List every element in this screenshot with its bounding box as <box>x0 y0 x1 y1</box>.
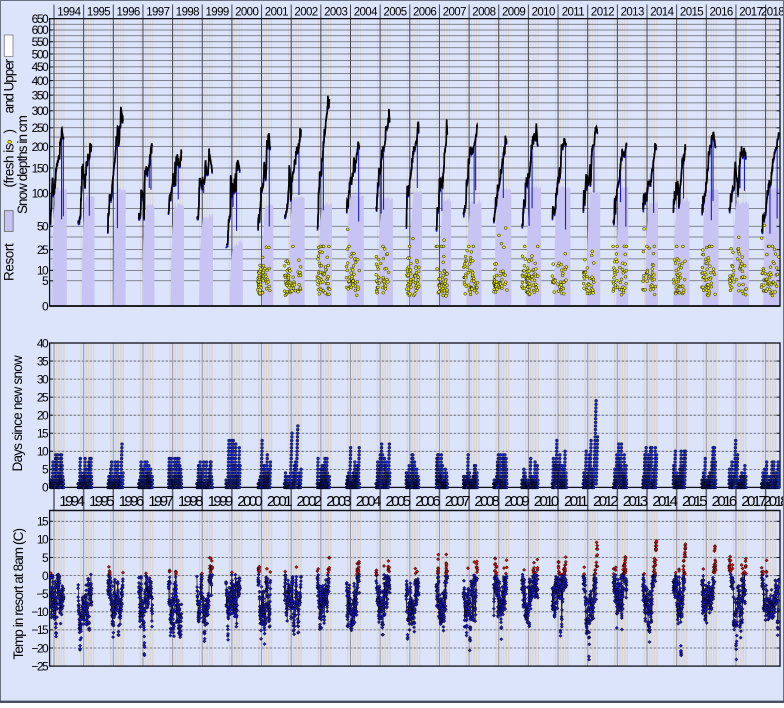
svg-text:1999: 1999 <box>208 493 233 510</box>
svg-text:10: 10 <box>37 264 49 278</box>
svg-text:20: 20 <box>37 409 49 423</box>
svg-text:100: 100 <box>32 187 49 201</box>
svg-text:40: 40 <box>37 336 49 350</box>
svg-text:25: 25 <box>37 390 49 404</box>
svg-text:2010: 2010 <box>532 6 555 18</box>
svg-text:30: 30 <box>37 372 49 386</box>
svg-text:35: 35 <box>37 354 49 368</box>
svg-text:1998: 1998 <box>178 493 203 510</box>
svg-text:2005: 2005 <box>386 493 411 510</box>
svg-text:50: 50 <box>37 220 49 234</box>
svg-text:2011: 2011 <box>562 6 585 18</box>
svg-text:−15: −15 <box>31 623 49 637</box>
svg-text:−25: −25 <box>31 659 49 673</box>
svg-text:2010: 2010 <box>534 493 559 510</box>
svg-text:1995: 1995 <box>87 6 110 18</box>
svg-text:2013: 2013 <box>623 493 648 510</box>
svg-text:150: 150 <box>32 161 49 175</box>
svg-text:2014: 2014 <box>650 6 674 18</box>
svg-text:2009: 2009 <box>502 6 525 18</box>
svg-text:15: 15 <box>37 427 49 441</box>
svg-text:2001: 2001 <box>265 6 288 18</box>
svg-text:2003: 2003 <box>324 6 347 18</box>
svg-text:2006: 2006 <box>415 493 440 510</box>
svg-text:2016: 2016 <box>712 493 737 510</box>
svg-text:2015: 2015 <box>682 493 707 510</box>
svg-text:1999: 1999 <box>206 6 229 18</box>
svg-text:2014: 2014 <box>652 493 677 510</box>
svg-text:25: 25 <box>37 243 49 257</box>
svg-text:2001: 2001 <box>267 493 292 510</box>
svg-text:2000: 2000 <box>237 493 262 510</box>
svg-text:2004: 2004 <box>354 6 378 18</box>
svg-text:2006: 2006 <box>413 6 436 18</box>
svg-text:2016: 2016 <box>710 6 733 18</box>
svg-text:200: 200 <box>32 140 49 154</box>
svg-text:2009: 2009 <box>504 493 529 510</box>
svg-text:−5: −5 <box>37 587 50 601</box>
svg-text:2015: 2015 <box>680 6 703 18</box>
svg-text:2002: 2002 <box>294 6 317 18</box>
svg-text:2017: 2017 <box>739 6 762 18</box>
svg-text:1996: 1996 <box>119 493 144 510</box>
svg-text:450: 450 <box>32 60 49 74</box>
svg-text:2007: 2007 <box>443 6 466 18</box>
svg-text:2003: 2003 <box>326 493 351 510</box>
svg-text:Snow depths in cm: Snow depths in cm <box>15 115 30 214</box>
svg-text:350: 350 <box>32 89 49 103</box>
svg-text:2004: 2004 <box>356 493 381 510</box>
svg-text:1994: 1994 <box>57 6 81 18</box>
svg-text:1997: 1997 <box>148 493 173 510</box>
svg-text:2018: 2018 <box>761 6 784 18</box>
svg-text:500: 500 <box>32 47 49 61</box>
svg-text:2007: 2007 <box>445 493 470 510</box>
svg-text:15: 15 <box>37 515 49 529</box>
svg-text:1994: 1994 <box>59 493 84 510</box>
svg-text:and Upper: and Upper <box>2 58 17 113</box>
svg-text:2000: 2000 <box>235 6 258 18</box>
svg-text:−20: −20 <box>31 641 49 655</box>
svg-text:2013: 2013 <box>621 6 644 18</box>
svg-text:1997: 1997 <box>146 6 169 18</box>
svg-text:1996: 1996 <box>117 6 140 18</box>
svg-text:Resort: Resort <box>2 243 17 281</box>
svg-text:10: 10 <box>37 445 49 459</box>
svg-text:2011: 2011 <box>564 493 588 510</box>
svg-text:250: 250 <box>32 121 49 135</box>
svg-text:Days since new snow: Days since new snow <box>10 355 25 472</box>
svg-text:300: 300 <box>32 104 49 118</box>
svg-text:10: 10 <box>37 533 49 547</box>
svg-text:650: 650 <box>32 12 49 26</box>
svg-text:−10: −10 <box>31 605 49 619</box>
svg-text:2012: 2012 <box>591 6 614 18</box>
svg-text:400: 400 <box>32 74 49 88</box>
svg-text:2008: 2008 <box>472 6 495 18</box>
svg-text:2018: 2018 <box>763 493 784 510</box>
svg-text:2002: 2002 <box>297 493 322 510</box>
svg-text:2008: 2008 <box>474 493 499 510</box>
svg-text:2005: 2005 <box>383 6 406 18</box>
svg-text:Temp in resort at 8am (C): Temp in resort at 8am (C) <box>11 529 26 660</box>
svg-text:2012: 2012 <box>593 493 618 510</box>
svg-text:1998: 1998 <box>176 6 199 18</box>
svg-text:1995: 1995 <box>89 493 114 510</box>
